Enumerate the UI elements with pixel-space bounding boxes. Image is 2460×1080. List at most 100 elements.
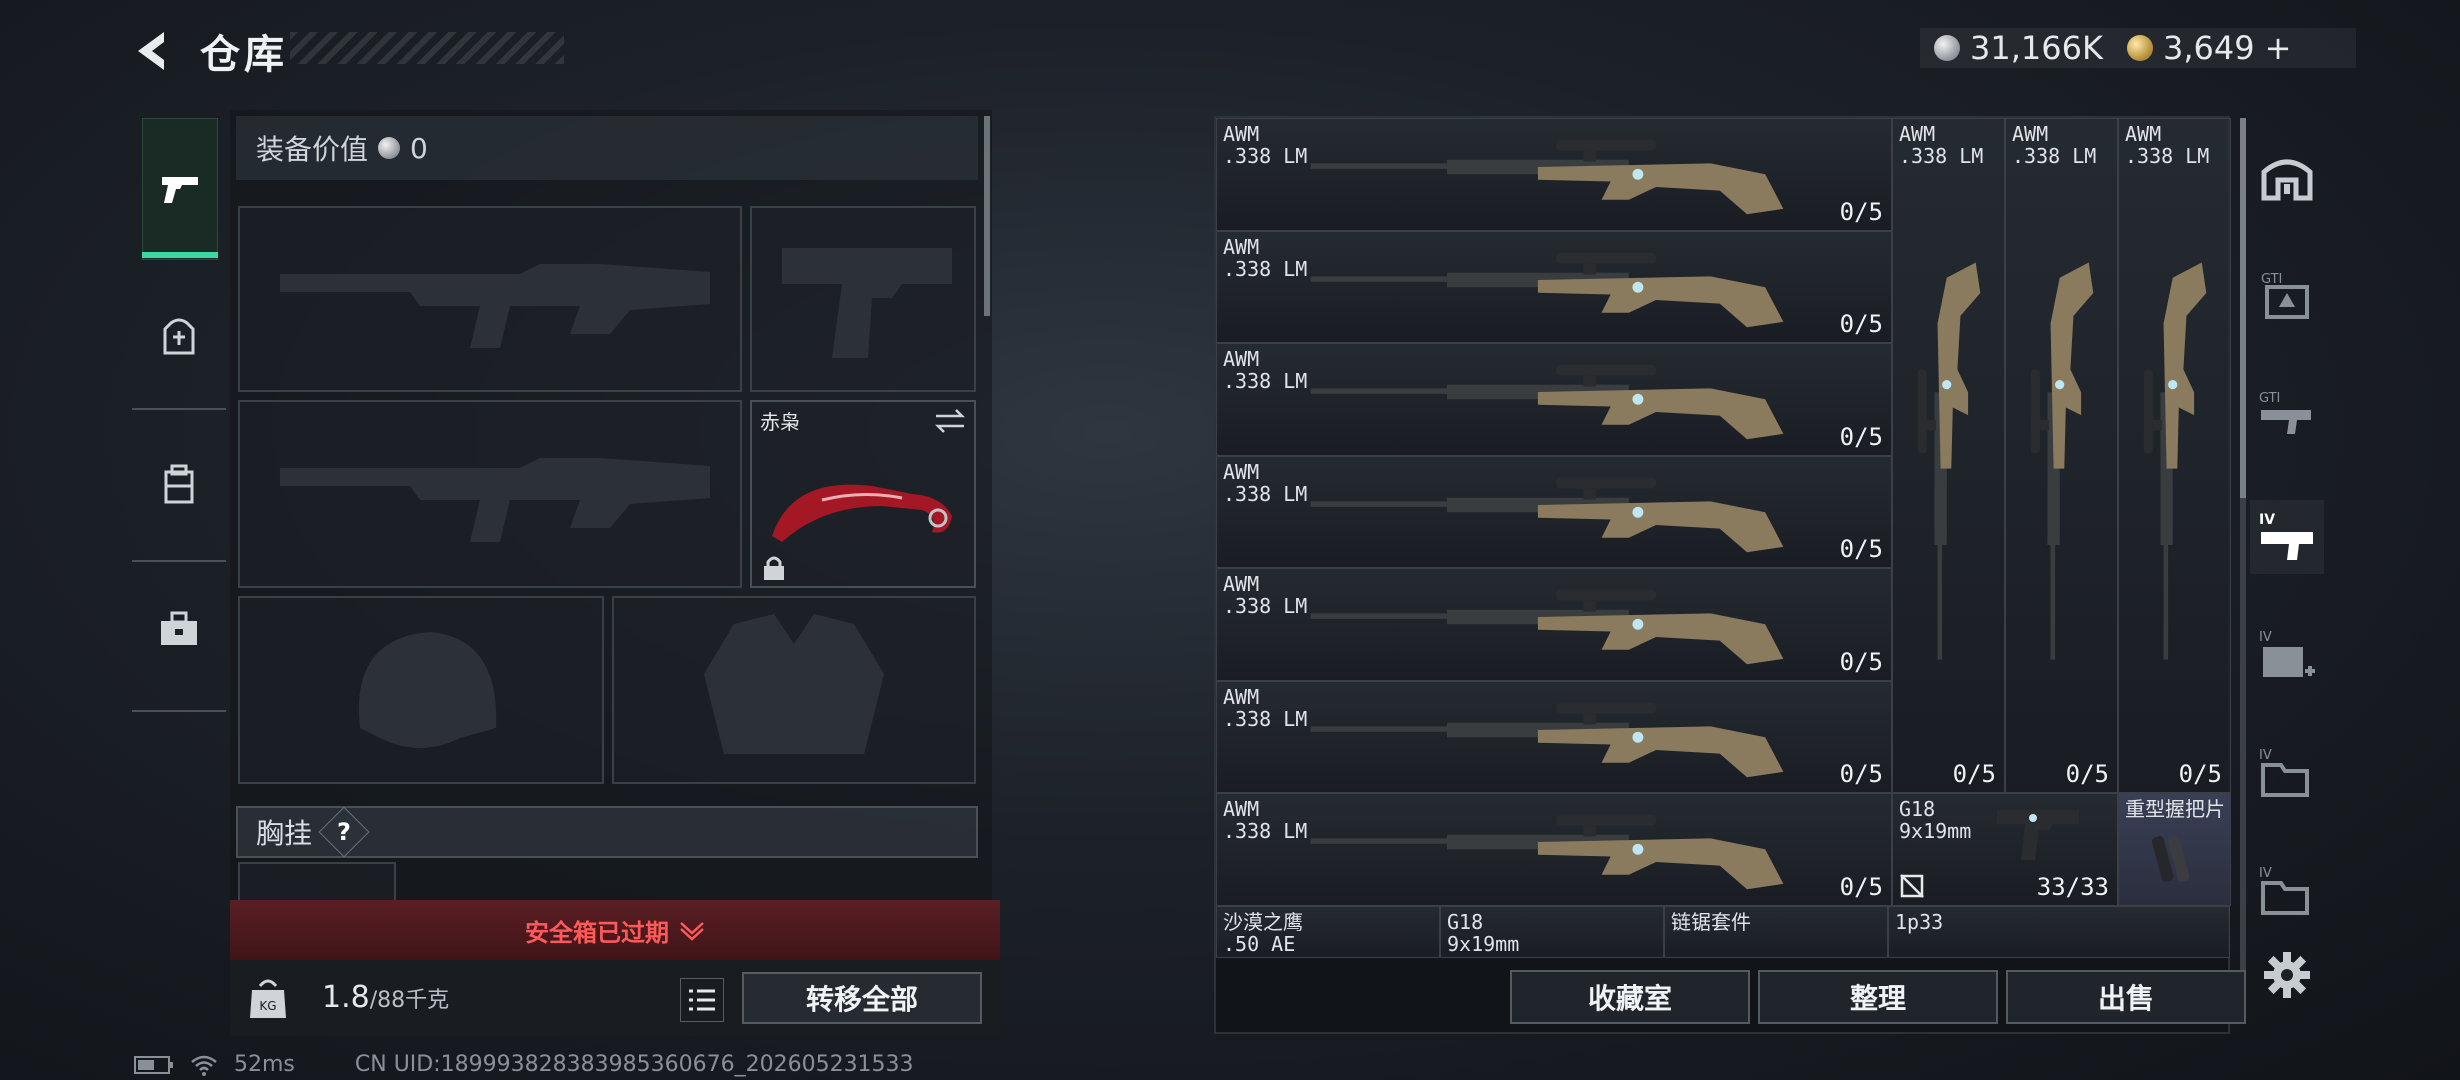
- gold-add-button[interactable]: +: [2265, 29, 2292, 67]
- ping-text: 52ms: [234, 1052, 295, 1077]
- helmet-slot[interactable]: [238, 596, 604, 784]
- category-iv-medical[interactable]: IV: [2250, 618, 2324, 692]
- storage-item-awm-vertical[interactable]: AWM .338 LM 0/5: [1892, 118, 2005, 793]
- item-name-text: 重型握把片: [2125, 797, 2225, 821]
- primary-weapon-slot[interactable]: [238, 206, 742, 392]
- gear-icon[interactable]: [2262, 950, 2312, 1000]
- weight-max: /88千克: [369, 988, 450, 1013]
- storage-item-partial[interactable]: G18 9x19mm: [1440, 906, 1664, 958]
- toolbox-icon: [161, 611, 197, 645]
- armor-slot[interactable]: [612, 596, 976, 784]
- pistol-icon: [162, 177, 198, 203]
- storage-item-partial[interactable]: 1p33: [1888, 906, 2230, 958]
- organize-button[interactable]: 整理: [1758, 970, 1998, 1024]
- item-caliber: .338 LM: [1223, 144, 1308, 168]
- item-count: 0/5: [2178, 760, 2222, 788]
- storage-scroll-thumb[interactable]: [2240, 118, 2246, 498]
- tab-case[interactable]: [142, 574, 216, 684]
- melee-slot[interactable]: 赤枭: [750, 400, 976, 588]
- svg-text:GTI: GTI: [2259, 391, 2280, 406]
- category-all[interactable]: [2250, 140, 2324, 214]
- storage-item-awm[interactable]: AWM .338 LM 0/5: [1216, 343, 1892, 456]
- swap-icon[interactable]: [934, 408, 966, 434]
- storage-item-g18[interactable]: G18 9x19mm 33/33: [1892, 793, 2118, 906]
- tab-bag[interactable]: [142, 430, 216, 540]
- storage-item-heavy-grip[interactable]: 重型握把片: [2118, 793, 2231, 906]
- weight-current: 1.8: [322, 980, 370, 1015]
- item-name-text: 链锯套件: [1671, 910, 1751, 934]
- sell-button[interactable]: 出售: [2006, 970, 2246, 1024]
- awm-rifle-icon: [1310, 477, 1784, 552]
- category-gti-weapon[interactable]: GTI: [2250, 376, 2324, 450]
- equip-value-bar: 装备价值 0: [236, 116, 978, 180]
- storage-item-awm[interactable]: AWM .338 LM 0/5: [1216, 680, 1892, 793]
- storage-item-awm[interactable]: AWM .338 LM 0/5: [1216, 793, 1892, 906]
- back-arrow-icon[interactable]: [128, 26, 178, 76]
- pistol-slot[interactable]: [750, 206, 976, 392]
- awm-rifle-icon: [1310, 364, 1784, 440]
- item-name: 沙漠之鹰 .50 AE: [1223, 911, 1303, 955]
- svg-text:IV: IV: [2259, 866, 2272, 881]
- weight-bag-icon: KG: [250, 979, 286, 1018]
- gold-coin-icon: [2126, 35, 2153, 61]
- pistol-icon: [1997, 810, 2079, 860]
- awm-rifle-icon: [2030, 262, 2094, 660]
- safebox-expired-banner[interactable]: 安全箱已过期: [230, 900, 1000, 960]
- transfer-all-button[interactable]: 转移全部: [742, 972, 982, 1024]
- pistol-silhouette-icon: [782, 248, 952, 358]
- chest-rig-slot[interactable]: [238, 862, 396, 902]
- tab-divider: [132, 710, 226, 712]
- storage-item-partial[interactable]: 链锯套件: [1664, 906, 1888, 958]
- item-name: AWM .338 LM: [1223, 573, 1307, 617]
- storage-item-awm-vertical[interactable]: AWM .338 LM 0/5: [2005, 118, 2118, 793]
- awm-rifle-icon: [1917, 262, 1981, 660]
- item-name-text: AWM: [1223, 797, 1260, 821]
- uid-text: CN UID:1899938283839853606​76_2026052315…: [354, 1052, 914, 1077]
- chest-rig-label: 胸挂: [256, 817, 313, 850]
- storage-item-awm[interactable]: AWM .338 LM 0/5: [1216, 455, 1892, 568]
- storage-item-awm[interactable]: AWM .338 LM 0/5: [1216, 230, 1892, 343]
- item-name-text: AWM: [1223, 234, 1260, 259]
- gti-case-icon: GTI: [2261, 272, 2309, 319]
- item-name-text: AWM: [2012, 122, 2049, 146]
- loadout-scrollbar[interactable]: [984, 116, 990, 316]
- help-mark: ?: [337, 817, 351, 846]
- item-name: G18 9x19mm: [1899, 798, 1971, 842]
- item-caliber: .338 LM: [1223, 369, 1308, 393]
- item-count: 0/5: [1839, 310, 1883, 338]
- equip-value-label: 装备价值: [256, 133, 369, 166]
- item-count: 0/5: [1952, 760, 1996, 788]
- silver-coin-icon: [378, 137, 401, 159]
- category-gti-case[interactable]: GTI: [2250, 258, 2324, 332]
- tab-weapons[interactable]: [142, 118, 218, 260]
- item-name: AWM .338 LM: [2125, 123, 2209, 167]
- help-icon[interactable]: ?: [318, 806, 370, 858]
- category-iv-weapon[interactable]: IV: [2250, 500, 2324, 574]
- category-iv-folder-2[interactable]: IV: [2250, 854, 2324, 928]
- rifle-silhouette-icon: [280, 458, 710, 542]
- storage-item-partial[interactable]: 沙漠之鹰 .50 AE: [1216, 906, 1440, 958]
- storage-item-awm[interactable]: AWM .338 LM 0/5: [1216, 118, 1892, 231]
- item-name-text: AWM: [1223, 684, 1260, 709]
- item-caliber: .338 LM: [1223, 706, 1308, 731]
- wifi-icon: [191, 1055, 217, 1076]
- storage-item-awm-vertical[interactable]: AWM .338 LM 0/5: [2118, 118, 2231, 793]
- item-name: AWM .338 LM: [1223, 123, 1307, 167]
- category-iv-folder[interactable]: IV: [2250, 736, 2324, 810]
- item-caliber: .50 AE: [1223, 932, 1296, 956]
- item-name-text: AWM: [1223, 347, 1260, 371]
- item-caliber: 9x19mm: [1447, 932, 1520, 956]
- collection-room-button[interactable]: 收藏室: [1510, 970, 1750, 1024]
- iv-medkit-icon: IV: [2259, 630, 2315, 677]
- storage-item-awm[interactable]: AWM .338 LM 0/5: [1216, 568, 1892, 681]
- list-view-button[interactable]: [680, 978, 724, 1022]
- tab-divider: [132, 408, 226, 410]
- status-bar: 52ms CN UID:1899938283839853606​76_20260…: [134, 1052, 914, 1077]
- silver-amount: 31,166K: [1970, 29, 2103, 67]
- chevron-down-icon: [680, 922, 704, 941]
- tab-armor[interactable]: [142, 282, 216, 392]
- secondary-weapon-slot[interactable]: [238, 400, 742, 588]
- item-caliber: .338 LM: [1223, 594, 1308, 618]
- item-name-text: AWM: [1223, 459, 1260, 484]
- item-count: 0/5: [1839, 197, 1883, 226]
